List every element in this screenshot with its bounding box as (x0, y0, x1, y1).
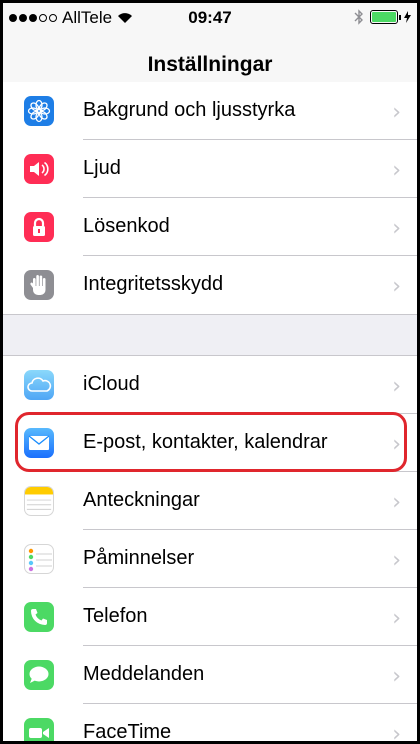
settings-screen: AllTele 09:47 Inställningar Bakgrund och… (0, 0, 420, 744)
settings-row-passcode[interactable]: Lösenkod › (3, 198, 417, 256)
settings-row-label: Telefon (83, 605, 148, 627)
cloud-icon (24, 370, 54, 400)
flower-icon (24, 96, 54, 126)
highlight-annotation (15, 412, 407, 472)
bluetooth-icon (354, 9, 363, 25)
chevron-right-icon: › (392, 100, 401, 125)
phone-icon (24, 602, 54, 632)
settings-row-notes[interactable]: Anteckningar › (3, 472, 417, 530)
facetime-icon (24, 718, 54, 741)
settings-row-phone[interactable]: Telefon › (3, 588, 417, 646)
status-bar: AllTele 09:47 (3, 3, 417, 33)
settings-row-label: Bakgrund och ljusstyrka (83, 99, 296, 121)
settings-row-privacy[interactable]: Integritetsskydd › (3, 256, 417, 314)
settings-row-reminders[interactable]: Påminnelser › (3, 530, 417, 588)
chevron-right-icon: › (392, 374, 401, 399)
settings-row-label: Ljud (83, 157, 121, 179)
chevron-right-icon: › (392, 490, 401, 515)
page-title: Inställningar (147, 53, 273, 76)
settings-row-label: Påminnelser (83, 547, 195, 569)
chevron-right-icon: › (392, 606, 401, 631)
hand-icon (24, 270, 54, 300)
chevron-right-icon: › (392, 722, 401, 744)
battery-icon (370, 10, 401, 24)
status-right (354, 9, 411, 25)
settings-row-label: iCloud (83, 373, 140, 395)
settings-row-label: FaceTime (83, 721, 172, 743)
chevron-right-icon: › (392, 664, 401, 689)
group-separator (3, 314, 417, 315)
settings-row-label: Integritetsskydd (83, 273, 224, 295)
settings-row-label: Lösenkod (83, 215, 170, 237)
reminders-icon (24, 544, 54, 574)
chevron-right-icon: › (392, 158, 401, 183)
notes-icon (24, 486, 54, 516)
settings-row-facetime[interactable]: FaceTime › (3, 704, 417, 744)
settings-row-wallpaper[interactable]: Bakgrund och ljusstyrka › (3, 82, 417, 140)
messages-icon (24, 660, 54, 690)
lock-icon (24, 212, 54, 242)
settings-row-sound[interactable]: Ljud › (3, 140, 417, 198)
settings-row-messages[interactable]: Meddelanden › (3, 646, 417, 704)
settings-row-icloud[interactable]: iCloud › (3, 356, 417, 414)
charging-icon (404, 11, 411, 23)
settings-row-label: Meddelanden (83, 663, 205, 685)
chevron-right-icon: › (392, 274, 401, 299)
speaker-icon (24, 154, 54, 184)
chevron-right-icon: › (392, 216, 401, 241)
settings-row-label: Anteckningar (83, 489, 200, 511)
chevron-right-icon: › (392, 548, 401, 573)
